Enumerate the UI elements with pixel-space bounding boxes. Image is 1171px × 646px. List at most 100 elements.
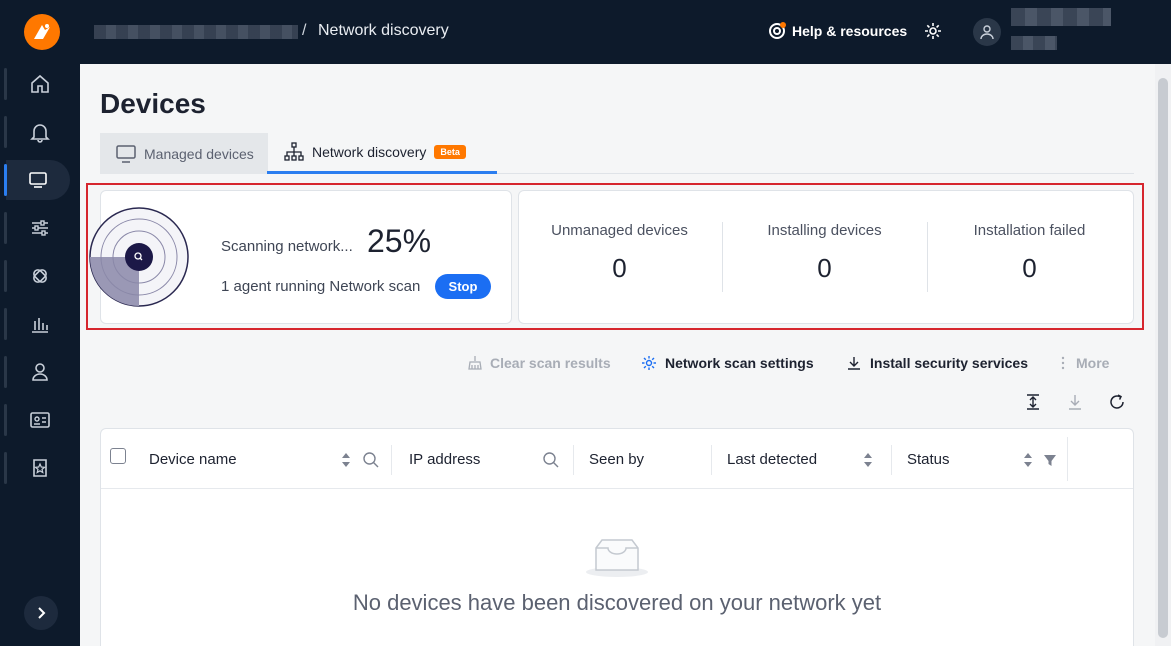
home-icon (31, 74, 49, 93)
clear-scan-label: Clear scan results (490, 355, 611, 371)
empty-state-message: No devices have been discovered on your … (352, 590, 882, 615)
clear-scan-results-button[interactable]: Clear scan results (466, 355, 611, 371)
bell-icon (30, 124, 50, 143)
logo-icon (34, 24, 50, 39)
stat-installation-failed: Installation failed 0 (927, 222, 1132, 284)
network-scan-settings-button[interactable]: Network scan settings (641, 355, 814, 371)
export-download-icon[interactable] (1067, 393, 1083, 411)
scrollbar-thumb[interactable] (1158, 78, 1168, 638)
page-scrollbar[interactable] (1155, 64, 1171, 646)
sidebar-item-indicator (4, 356, 7, 388)
reports-icon (32, 318, 48, 333)
column-last-detected[interactable]: Last detected (727, 451, 817, 468)
gear-icon (925, 23, 941, 39)
monitor-icon (116, 144, 136, 163)
user-icon (32, 363, 48, 381)
id-card-icon (30, 412, 50, 428)
select-all-checkbox[interactable] (110, 448, 126, 464)
avatar[interactable] (973, 18, 1001, 46)
sidebar-item-indicator (4, 116, 7, 148)
top-bar: / Network discovery Help & resources (80, 0, 1171, 64)
stat-label: Installation failed (973, 222, 1086, 239)
breadcrumb-current: Network discovery (318, 22, 449, 39)
sidebar-item-indicator (4, 260, 7, 292)
stat-value: 0 (817, 253, 832, 283)
table-header: Device name IP address Seen by Last dete… (101, 429, 1133, 489)
sort-icon[interactable] (862, 451, 874, 469)
stat-value: 0 (1022, 253, 1037, 283)
stat-installing-devices: Installing devices 0 (722, 222, 927, 284)
tab-label: Managed devices (144, 145, 254, 162)
kebab-menu-icon (1061, 356, 1065, 370)
sidebar-item-indicator (4, 68, 7, 100)
tab-bar: Managed devices Network discovery Beta (100, 133, 1134, 174)
sidebar-item-devices[interactable] (4, 160, 70, 200)
breadcrumb-redacted[interactable] (94, 25, 298, 39)
sidebar-item-reports[interactable] (0, 304, 80, 344)
more-label: More (1076, 355, 1110, 371)
gear-icon (642, 356, 656, 370)
expand-rows-icon[interactable] (1025, 393, 1041, 411)
column-divider (391, 445, 392, 475)
sidebar-item-patches[interactable] (0, 256, 80, 296)
radar-scan-icon (89, 207, 189, 307)
sidebar-item-policies[interactable] (0, 208, 80, 248)
empty-inbox-icon (586, 539, 648, 577)
refresh-icon[interactable] (1108, 393, 1126, 411)
tab-network-discovery[interactable]: Network discovery Beta (267, 133, 497, 174)
install-security-label: Install security services (870, 355, 1028, 371)
column-device-name[interactable]: Device name (149, 451, 237, 468)
filter-icon[interactable] (1043, 451, 1057, 469)
column-status[interactable]: Status (907, 451, 950, 468)
column-divider (711, 445, 712, 475)
sidebar-item-home[interactable] (0, 64, 80, 104)
breadcrumb-separator: / (302, 22, 307, 39)
network-tree-icon (284, 142, 304, 161)
badge-star-icon (33, 459, 47, 477)
sidebar-item-indicator (4, 404, 7, 436)
tab-managed-devices[interactable]: Managed devices (100, 133, 268, 174)
column-divider (573, 445, 574, 475)
stat-label: Unmanaged devices (551, 222, 688, 239)
sidebar-item-indicator (4, 164, 7, 196)
chevron-right-icon (38, 607, 46, 619)
search-icon[interactable] (362, 451, 380, 469)
expand-sidebar-button[interactable] (24, 596, 58, 630)
tab-label: Network discovery (312, 144, 427, 160)
monitor-icon (29, 172, 47, 188)
sidebar-item-indicator (4, 452, 7, 484)
user-icon (980, 25, 994, 40)
agents-running-text: 1 agent running Network scan (221, 278, 421, 295)
patch-icon (33, 269, 47, 283)
sort-icon[interactable] (1022, 451, 1034, 469)
help-resources-button[interactable]: Help & resources (768, 22, 907, 40)
search-icon[interactable] (542, 451, 560, 469)
scan-progress-percent: 25% (367, 223, 432, 259)
column-divider (1067, 437, 1068, 481)
sidebar-item-notifications[interactable] (0, 112, 80, 152)
sidebar-item-indicator (4, 212, 7, 244)
stat-label: Installing devices (767, 222, 882, 239)
lifebuoy-icon (769, 22, 786, 39)
settings-button[interactable] (924, 22, 942, 45)
stat-value: 0 (612, 253, 627, 283)
column-ip-address[interactable]: IP address (409, 451, 480, 468)
sidebar (0, 0, 80, 646)
sliders-icon (32, 220, 48, 236)
install-security-services-button[interactable]: Install security services (846, 355, 1028, 371)
broom-icon (468, 356, 482, 370)
sidebar-item-indicator (4, 308, 7, 340)
stop-scan-button[interactable]: Stop (435, 274, 491, 299)
sort-icon[interactable] (340, 451, 352, 469)
stat-unmanaged-devices: Unmanaged devices 0 (517, 222, 722, 284)
avast-logo[interactable] (24, 14, 60, 50)
sidebar-item-subscriptions[interactable] (0, 448, 80, 488)
more-actions-button[interactable]: More (1058, 355, 1109, 371)
network-scan-settings-label: Network scan settings (665, 355, 814, 371)
column-divider (891, 445, 892, 475)
column-seen-by[interactable]: Seen by (589, 451, 644, 468)
sidebar-item-accounts[interactable] (0, 400, 80, 440)
download-icon (848, 357, 860, 370)
scan-status-label: Scanning network... (221, 238, 353, 255)
sidebar-item-users[interactable] (0, 352, 80, 392)
